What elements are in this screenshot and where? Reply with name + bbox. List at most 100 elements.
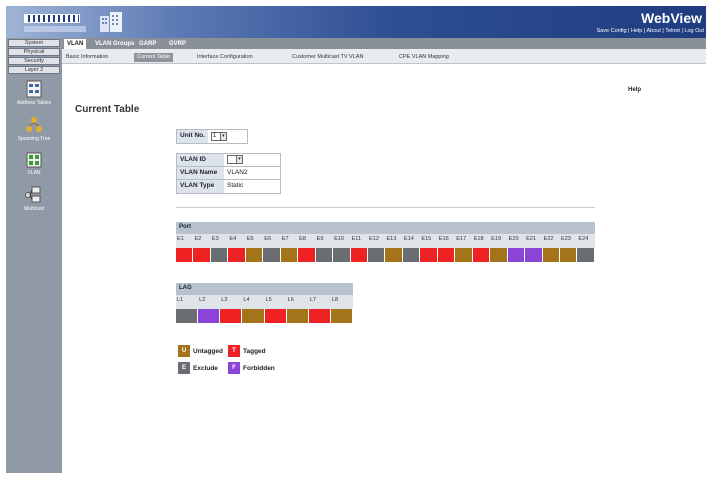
lag-cell-l3 [220, 309, 243, 323]
tab-interface-configuration[interactable]: Interface Configuration [194, 53, 256, 62]
port-cell-e20 [507, 248, 526, 262]
port-label-e16: E16 [438, 236, 449, 242]
unit-selector: Unit No. 1 ▾ [176, 129, 248, 144]
vlan-type-value: Static [227, 182, 244, 189]
unit-select[interactable]: 1 ▾ [210, 132, 227, 141]
port-cell-e13 [385, 248, 403, 262]
port-label-e9: E9 [316, 236, 324, 242]
tab-customer-multicast-tv-vlan[interactable]: Customer Multicast TV VLAN [289, 53, 366, 62]
unit-select-value: 1 [212, 133, 217, 139]
lag-cell-l7 [308, 309, 331, 323]
nav-multicast[interactable]: Multicast [6, 186, 62, 212]
exclude-swatch: E [178, 362, 190, 374]
untagged-label: Untagged [193, 347, 223, 355]
tab-garp[interactable]: GARP [136, 39, 159, 49]
port-label-e12: E12 [368, 236, 379, 242]
nav-security-button[interactable]: Security [8, 57, 60, 65]
port-cell-e1 [176, 248, 194, 262]
port-cell-e24 [577, 248, 595, 262]
port-label-e11: E11 [351, 236, 362, 242]
tab-cpe-vlan-mapping[interactable]: CPE VLAN Mapping [396, 53, 452, 62]
lag-label-l1: L1 [177, 297, 184, 303]
port-cell-e7 [280, 248, 299, 262]
top-links[interactable]: Save Config | Help | About | Telnet | Lo… [597, 28, 704, 34]
port-cell-e8 [298, 248, 316, 262]
nav-physical-button[interactable]: Physical [8, 48, 60, 56]
logo-tagline [24, 26, 86, 32]
port-label-e19: E19 [491, 236, 502, 242]
vlan-info-table: VLAN ID ▾ VLAN Name VLAN2 VLAN Type Stat… [176, 153, 281, 194]
port-cell-e4 [228, 248, 246, 262]
secondary-tabs: Basic Information Current Table Interfac… [62, 49, 706, 64]
lag-cell-l4 [242, 309, 265, 323]
help-link[interactable]: Help [628, 87, 641, 93]
port-cell-e9 [315, 248, 334, 262]
port-label-e24: E24 [578, 236, 589, 242]
tab-vlan-groups[interactable]: VLAN Groups [92, 39, 137, 49]
port-cell-e6 [263, 248, 281, 262]
port-label-e6: E6 [264, 236, 272, 242]
lag-label-l6: L6 [287, 297, 294, 303]
nav-system-button[interactable]: System [8, 39, 60, 47]
lag-cells [176, 309, 353, 323]
page-title: Current Table [75, 104, 140, 115]
nav-vlan-label: VLAN [27, 170, 41, 176]
lag-labels: L1 L2 L3 L4 L5 L6 L7 L8 [176, 295, 353, 309]
port-cell-e12 [367, 248, 386, 262]
lag-label-l3: L3 [221, 297, 228, 303]
spanning-tree-icon [26, 117, 42, 132]
nav-address-tables-label: Address Tables [16, 100, 52, 106]
chevron-down-icon: ▾ [236, 156, 242, 163]
port-label-e22: E22 [543, 236, 554, 242]
forbidden-label: Forbidden [243, 364, 275, 372]
tab-current-table[interactable]: Current Table [134, 53, 173, 62]
port-cell-e5 [245, 248, 264, 262]
port-cell-e23 [559, 248, 578, 262]
port-cell-e22 [542, 248, 560, 262]
lag-label-l7: L7 [309, 297, 316, 303]
nav-multicast-label: Multicast [24, 206, 44, 212]
port-label-e10: E10 [334, 236, 345, 242]
lag-cell-l6 [286, 309, 309, 323]
port-grid-header: Port [176, 222, 595, 234]
port-cell-e21 [525, 248, 543, 262]
vlan-id-select[interactable]: ▾ [227, 155, 243, 164]
tab-basic-information[interactable]: Basic Information [63, 53, 112, 62]
tab-vlan[interactable]: VLAN [64, 39, 87, 49]
vlan-name-label: VLAN Name [177, 167, 224, 179]
port-label-e4: E4 [229, 236, 237, 242]
exclude-label: Exclude [193, 364, 218, 372]
nav-address-tables[interactable]: Address Tables [6, 80, 62, 106]
brand-title: WebView [641, 10, 702, 26]
nav-vlan[interactable]: VLAN [6, 152, 62, 176]
untagged-swatch: U [178, 345, 190, 357]
lag-label-l4: L4 [243, 297, 250, 303]
forbidden-swatch: F [228, 362, 240, 374]
port-cell-e15 [420, 248, 438, 262]
lag-cell-l2 [198, 309, 221, 323]
port-label-e15: E15 [421, 236, 432, 242]
port-cell-e14 [402, 248, 421, 262]
port-label-e14: E14 [403, 236, 414, 242]
lag-cell-l8 [330, 309, 353, 323]
port-label-e17: E17 [456, 236, 467, 242]
port-cell-e2 [193, 248, 211, 262]
vlan-type-label: VLAN Type [177, 180, 224, 193]
lag-label-l2: L2 [199, 297, 206, 303]
port-cell-e17 [455, 248, 473, 262]
vlan-id-label: VLAN ID [177, 154, 224, 166]
lag-grid-header: LAG [176, 283, 353, 295]
legend: U Untagged T Tagged E Exclude F Forbidde… [178, 344, 278, 378]
tagged-label: Tagged [243, 347, 266, 355]
alcatel-logo [24, 14, 80, 23]
nav-spanning-tree-label: Spanning Tree [17, 136, 51, 142]
tagged-swatch: T [228, 345, 240, 357]
port-label-e7: E7 [281, 236, 289, 242]
address-tables-icon [26, 80, 42, 98]
port-label-e3: E3 [211, 236, 219, 242]
nav-spanning-tree[interactable]: Spanning Tree [6, 116, 62, 142]
unit-label: Unit No. [177, 130, 208, 143]
tab-gvrp[interactable]: GVRP [166, 39, 189, 49]
nav-layer2-button[interactable]: Layer 2 [8, 66, 60, 74]
port-label-e13: E13 [386, 236, 397, 242]
